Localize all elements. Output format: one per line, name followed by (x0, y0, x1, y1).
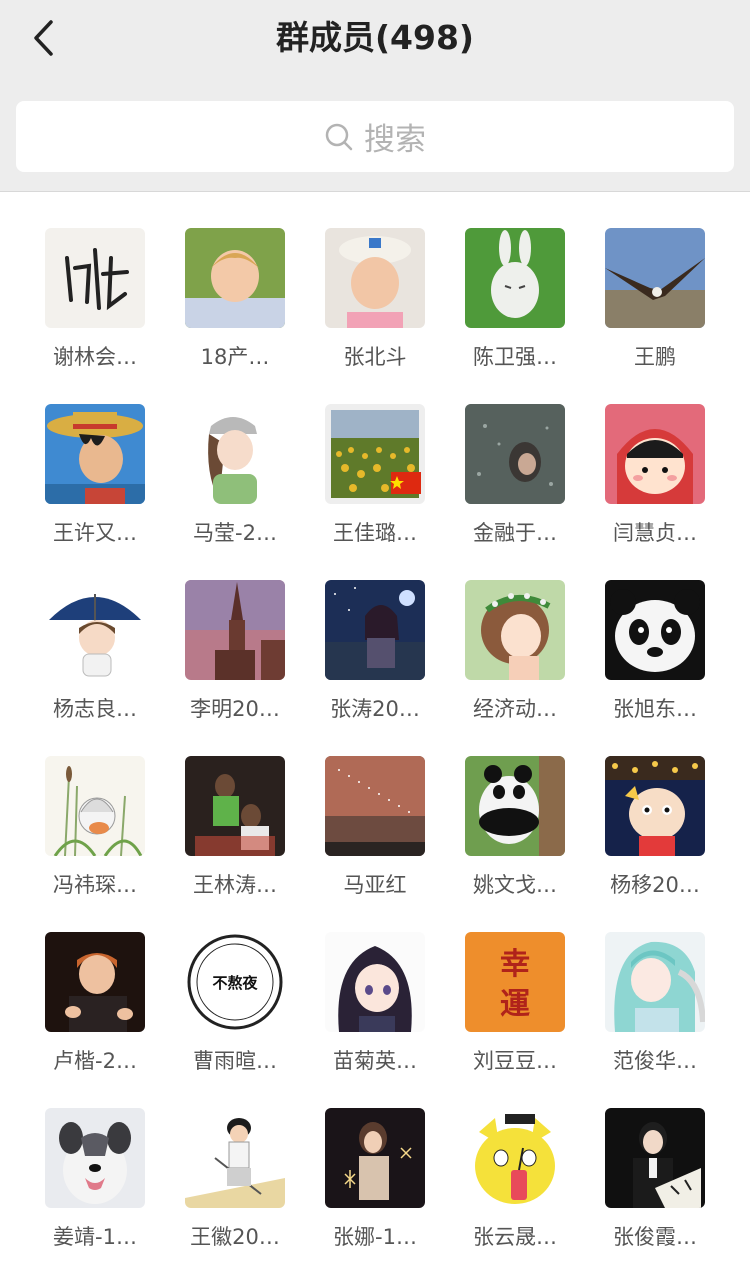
anime-blue-hair-avatar (605, 932, 705, 1032)
search-placeholder: 搜索 (364, 122, 426, 158)
member-name: 刘豆豆… (473, 1049, 557, 1073)
straw-hat-anime-avatar (45, 404, 145, 504)
panda-face-avatar (605, 580, 705, 680)
member-item[interactable]: 姚文戈… (445, 756, 585, 906)
member-name: 张俊霞… (613, 1225, 697, 1249)
calligraphy-avatar (45, 228, 145, 328)
member-name: 金融于… (473, 521, 557, 545)
blond-child-avatar (185, 228, 285, 328)
member-name: 张涛20… (330, 697, 420, 721)
dog-avatar (45, 1108, 145, 1208)
member-item[interactable]: 陈卫强… (445, 228, 585, 378)
member-item[interactable]: 王徽20… (165, 1108, 305, 1258)
member-name: 王徽20… (190, 1225, 280, 1249)
lucky-characters-avatar: 幸運 (465, 932, 565, 1032)
white-rabbit-avatar (465, 228, 565, 328)
boy-with-umbrella-avatar (45, 580, 145, 680)
girl-flower-crown-avatar (465, 580, 565, 680)
anime-night-avatar (325, 580, 425, 680)
member-grid: 谢林会… 18产… 张北斗 陈卫强… 王鹏王许又… 马莹-2… 王佳璐… 金融于… 闫慧贞… 杨志… (0, 193, 750, 1287)
top-bar: 群成员(498) 搜索 (0, 0, 750, 192)
member-name: 谢林会… (53, 345, 137, 369)
member-name: 闫慧贞… (613, 521, 697, 545)
sketch-girl-avatar (45, 756, 145, 856)
member-name: 经济动… (473, 697, 557, 721)
church-tower-avatar (185, 580, 285, 680)
member-name: 张北斗 (343, 345, 407, 369)
member-item[interactable]: 马莹-2… (165, 404, 305, 554)
member-item[interactable]: 王佳璐… (305, 404, 445, 554)
member-item[interactable]: 张娜-1… (305, 1108, 445, 1258)
member-item[interactable]: 范俊华… (585, 932, 725, 1082)
member-name: 马亚红 (343, 873, 407, 897)
member-name: 李明20… (190, 697, 280, 721)
eagle-avatar (605, 228, 705, 328)
member-item[interactable]: 马亚红 (305, 756, 445, 906)
member-name: 王鹏 (634, 345, 676, 369)
member-item[interactable]: 张北斗 (305, 228, 445, 378)
search-icon (325, 123, 353, 150)
yellow-cat-avatar (465, 1108, 565, 1208)
member-name: 王林涛… (193, 873, 277, 897)
member-name: 苗菊英… (333, 1049, 417, 1073)
member-name: 杨移20… (610, 873, 700, 897)
member-item[interactable]: 王林涛… (165, 756, 305, 906)
member-item[interactable]: 18产… (165, 228, 305, 378)
baseball-cartoon-avatar (185, 1108, 285, 1208)
child-with-hat-avatar (325, 228, 425, 328)
member-item[interactable]: 谢林会… (25, 228, 165, 378)
cartoon-girl-red-hood-avatar (605, 404, 705, 504)
member-name: 曹雨暄… (193, 1049, 277, 1073)
basketball-avatar (185, 756, 285, 856)
member-item[interactable]: 苗菊英… (305, 932, 445, 1082)
member-name: 王许又… (53, 521, 137, 545)
member-item[interactable]: 王许又… (25, 404, 165, 554)
member-item[interactable]: 幸運刘豆豆… (445, 932, 585, 1082)
sunset-sky-avatar (325, 756, 425, 856)
member-name: 卢楷-2… (53, 1049, 137, 1073)
member-item[interactable]: 张俊霞… (585, 1108, 725, 1258)
member-item[interactable]: 冯祎琛… (25, 756, 165, 906)
member-name: 杨志良… (53, 697, 137, 721)
member-name: 张娜-1… (333, 1225, 417, 1249)
member-item[interactable]: 李明20… (165, 580, 305, 730)
man-with-fan-avatar (605, 1108, 705, 1208)
member-item[interactable]: 金融于… (445, 404, 585, 554)
member-item[interactable]: 张涛20… (305, 580, 445, 730)
sunflower-field-avatar (325, 404, 425, 504)
search-bar[interactable]: 搜索 (16, 101, 734, 172)
member-name: 冯祎琛… (53, 873, 137, 897)
svg-text:運: 運 (500, 987, 530, 1022)
page-title: 群成员(498) (275, 18, 475, 57)
girl-sparkler-avatar (325, 1108, 425, 1208)
redhead-man-avatar (45, 932, 145, 1032)
text-badge-avatar: 不熬夜 (185, 932, 285, 1032)
member-name: 马莹-2… (193, 521, 277, 545)
member-item[interactable]: 张云晟… (445, 1108, 585, 1258)
girl-with-cap-avatar (185, 404, 285, 504)
member-name: 范俊华… (613, 1049, 697, 1073)
member-item[interactable]: 卢楷-2… (25, 932, 165, 1082)
member-item[interactable]: 王鹏 (585, 228, 725, 378)
member-name: 张旭东… (613, 697, 697, 721)
member-item[interactable]: 杨移20… (585, 756, 725, 906)
anime-dark-hair-girl-avatar (325, 932, 425, 1032)
member-item[interactable]: 不熬夜曹雨暄… (165, 932, 305, 1082)
member-name: 姚文戈… (473, 873, 557, 897)
member-name: 王佳璐… (333, 521, 417, 545)
member-name: 张云晟… (473, 1225, 557, 1249)
svg-text:幸: 幸 (500, 947, 530, 982)
cartoon-boy-avatar (605, 756, 705, 856)
member-item[interactable]: 杨志良… (25, 580, 165, 730)
svg-text:不熬夜: 不熬夜 (212, 974, 258, 992)
member-item[interactable]: 经济动… (445, 580, 585, 730)
member-name: 18产… (200, 345, 270, 369)
member-item[interactable]: 闫慧贞… (585, 404, 725, 554)
rainy-window-avatar (465, 404, 565, 504)
panda-tree-avatar (465, 756, 565, 856)
member-name: 姜靖-1… (53, 1225, 137, 1249)
member-item[interactable]: 姜靖-1… (25, 1108, 165, 1258)
member-item[interactable]: 张旭东… (585, 580, 725, 730)
member-name: 陈卫强… (473, 345, 557, 369)
